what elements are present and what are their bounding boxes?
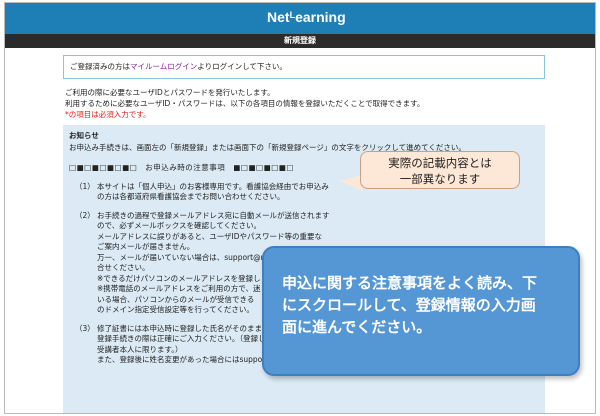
instruction-overlay: 申込に関する注意事項をよく読み、下 にスクロールして、登録情報の入力画 面に進ん… <box>262 246 580 376</box>
login-suffix: よりログインして下さい。 <box>197 62 287 71</box>
item-number: （3） <box>75 323 95 333</box>
logo-sup: L <box>289 10 296 20</box>
item-line: メールアドレスに誤りがあると、ユーザIDやパスワード等の重要な <box>97 231 323 241</box>
login-prefix: ご登録済みの方は <box>70 62 130 71</box>
myroom-login-link[interactable]: マイルームログイン <box>130 62 197 71</box>
callout-line-1: 実際の記載内容とは <box>388 156 492 170</box>
login-notice-box: ご登録済みの方はマイルームログインよりログインして下さい。 <box>63 55 545 79</box>
item-line: の方は各都道府県看護協会までお問い合わせください。 <box>97 192 285 201</box>
logo-tail: earning <box>295 9 346 25</box>
netlearning-logo[interactable]: NetLearning <box>267 9 346 25</box>
item-line: お手続きの過程で登録メールアドレス宛に自動メールが送信されます <box>97 210 330 220</box>
required-note: *の項目は必須入力です。 <box>65 110 151 119</box>
page-title: 新規登録 <box>5 34 595 48</box>
main-content: ご登録済みの方はマイルームログインよりログインして下さい。 ご利用の際に必要なユ… <box>63 55 545 413</box>
callout-line-2: 一部異なります <box>399 172 481 186</box>
instruction-line-1: 申込に関する注意事項をよく読み、下 <box>282 274 538 292</box>
intro-line-1: ご利用の際に必要なユーザIDとパスワードを発行いたします。 <box>65 88 275 97</box>
intro-text: ご利用の際に必要なユーザIDとパスワードを発行いたします。 利用するために必要な… <box>63 87 545 120</box>
item-number: （1） <box>75 181 95 191</box>
item-line: ので、必ずメールボックスを確認してください。 <box>97 221 262 230</box>
annotation-callout: 実際の記載内容とは 一部異なります <box>360 151 520 189</box>
instruction-line-3: 面に進んでください。 <box>282 318 432 336</box>
instruction-line-2: にスクロールして、登録情報の入力画 <box>282 296 536 314</box>
logo-main: Net <box>267 9 290 25</box>
site-header: NetLearning <box>5 3 595 34</box>
item-number: （2） <box>75 210 95 220</box>
notice-heading: お知らせ <box>69 131 99 140</box>
intro-line-2: 利用するために必要なユーザID・パスワードは、以下の各項目の情報を登録いただくこ… <box>65 99 425 108</box>
